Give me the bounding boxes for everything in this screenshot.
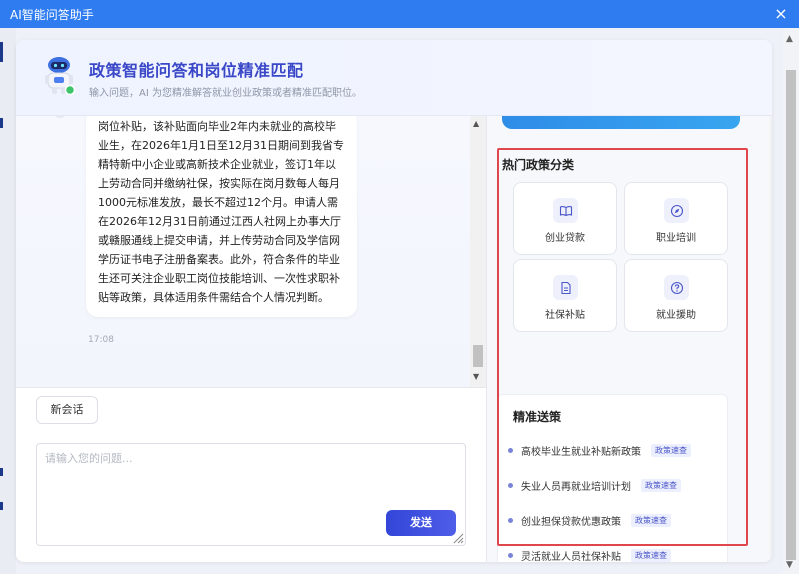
window-titlebar: AI智能问答助手 ×: [0, 0, 799, 28]
page-scrollbar-thumb[interactable]: [786, 70, 796, 560]
background-marker: [0, 118, 3, 128]
send-button[interactable]: 发送: [386, 510, 456, 536]
background-marker: [0, 468, 3, 476]
assistant-avatar: [52, 116, 68, 118]
policy-tag-badge[interactable]: 政策速查: [631, 548, 671, 562]
scroll-up-icon[interactable]: ▲: [786, 34, 793, 44]
sidebar-banner: [502, 116, 740, 129]
chat-message-area[interactable]: 岗位补贴，该补贴面向毕业2年内未就业的高校毕业生，在2026年1月1日至12月3…: [16, 116, 486, 387]
new-chat-button[interactable]: 新会话: [36, 396, 98, 424]
page-subtitle: 输入问题，AI 为您精准解答就业创业政策或者精准匹配职位。: [89, 88, 362, 99]
resize-handle-icon[interactable]: [452, 532, 464, 544]
scroll-down-icon[interactable]: ▼: [473, 372, 479, 381]
close-icon[interactable]: ×: [771, 4, 791, 24]
background-marker: [0, 42, 3, 62]
chat-scrollbar[interactable]: ▲ ▼: [470, 116, 486, 387]
sidebar-scrollbar[interactable]: ▲ ▼: [770, 116, 772, 562]
message-timestamp: 17:08: [88, 335, 114, 345]
chat-scrollbar-thumb[interactable]: [473, 345, 483, 367]
page-title: 政策智能问答和岗位精准匹配: [89, 61, 304, 80]
scroll-up-icon[interactable]: ▲: [473, 119, 479, 128]
background-marker: [0, 502, 3, 510]
window-title: AI智能问答助手: [10, 7, 94, 22]
robot-avatar-icon: [45, 57, 76, 96]
page-scrollbar[interactable]: ▲ ▼: [783, 28, 799, 574]
background-left-strip: [0, 28, 16, 574]
highlight-frame: [497, 148, 748, 546]
scroll-down-icon[interactable]: ▼: [786, 560, 793, 570]
bullet-dot-icon: [508, 552, 513, 558]
assistant-header: 政策智能问答和岗位精准匹配 输入问题，AI 为您精准解答就业创业政策或者精准匹配…: [16, 40, 772, 116]
recommend-item[interactable]: 灵活就业人员社保补贴 政策速查: [508, 547, 671, 562]
recommend-item-text: 灵活就业人员社保补贴: [521, 551, 621, 563]
assistant-message-bubble: 岗位补贴，该补贴面向毕业2年内未就业的高校毕业生，在2026年1月1日至12月3…: [86, 116, 357, 317]
composer-divider: [16, 387, 486, 388]
